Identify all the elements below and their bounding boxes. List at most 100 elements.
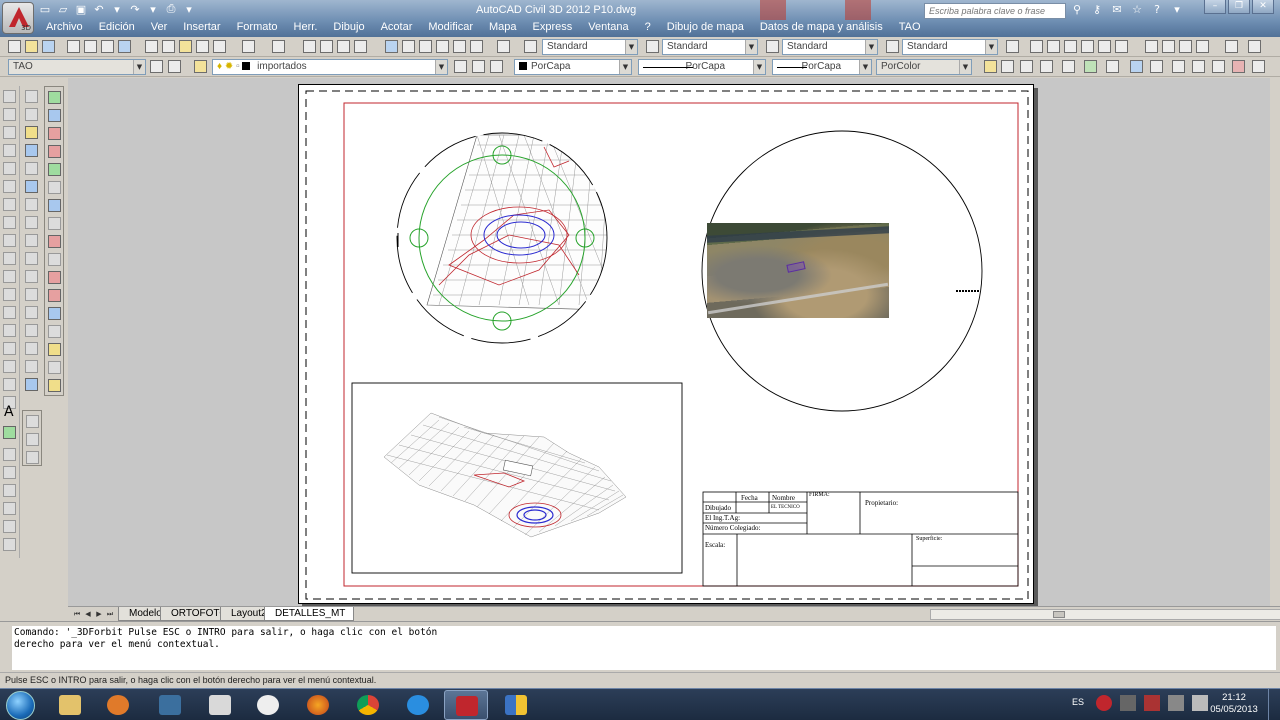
make-current-layer-icon[interactable] — [454, 60, 467, 73]
redo-icon[interactable]: ↷ — [128, 2, 142, 16]
horizontal-scrollbar[interactable] — [930, 609, 1280, 620]
break-icon[interactable] — [25, 288, 38, 301]
layer-select[interactable]: ♦ ✹ ▫ importados ▼ — [212, 59, 448, 75]
restore-button[interactable]: ❐ — [1228, 0, 1250, 14]
camera-icon[interactable] — [1225, 40, 1238, 53]
dim-style-icon[interactable] — [646, 40, 659, 53]
civil-tool-icon[interactable] — [984, 60, 997, 73]
taskbar-screen-recorder[interactable] — [148, 690, 192, 720]
show-desktop-button[interactable] — [1268, 689, 1280, 720]
circle-icon[interactable] — [3, 198, 16, 211]
stretch-icon[interactable] — [25, 234, 38, 247]
undo-icon[interactable]: ↶ — [92, 2, 106, 16]
civil-palette-icon[interactable] — [48, 235, 61, 248]
taskbar-media-player[interactable] — [96, 690, 140, 720]
pan-icon[interactable] — [303, 40, 316, 53]
language-indicator[interactable]: ES — [1072, 697, 1084, 707]
redo-dropdown-icon[interactable]: ▾ — [146, 2, 160, 16]
next-tab-icon[interactable]: ▶ — [94, 608, 104, 620]
sheet-set-icon[interactable] — [436, 40, 449, 53]
civil-palette-icon[interactable] — [48, 109, 61, 122]
pan-hand-icon[interactable] — [26, 415, 39, 428]
civil-tool-icon[interactable] — [1252, 60, 1265, 73]
tray-app-icon[interactable] — [1144, 695, 1160, 711]
ellipse-icon[interactable] — [3, 252, 16, 265]
binoculars-icon[interactable]: ⚲ — [1070, 2, 1084, 16]
menu-item[interactable]: Dibujo de mapa — [659, 20, 752, 36]
join-icon[interactable] — [25, 306, 38, 319]
command-history[interactable]: Comando: '_3DForbit Pulse ESC o INTRO pa… — [12, 626, 1276, 670]
back-view-icon[interactable] — [1115, 40, 1128, 53]
layer-tool-icon[interactable] — [3, 466, 16, 479]
civil-palette-icon[interactable] — [48, 217, 61, 230]
taskbar-security[interactable] — [494, 690, 538, 720]
design-center-icon[interactable] — [402, 40, 415, 53]
taskbar-chrome[interactable] — [346, 690, 390, 720]
layer-previous-icon[interactable] — [472, 60, 485, 73]
move-icon[interactable] — [25, 180, 38, 193]
region-icon[interactable] — [3, 378, 16, 391]
menu-item[interactable]: Herr. — [286, 20, 326, 36]
polygon-icon[interactable] — [3, 144, 16, 157]
edit-tool-icon[interactable] — [25, 378, 38, 391]
last-tab-icon[interactable]: ⏭ — [105, 608, 115, 620]
zoom-extents-icon[interactable] — [1248, 40, 1261, 53]
insert-block-icon[interactable] — [3, 288, 16, 301]
menu-item[interactable]: Dibujo — [325, 20, 372, 36]
cut-icon[interactable] — [145, 40, 158, 53]
new-file-icon[interactable]: ▭ — [38, 2, 52, 16]
globe-icon[interactable] — [1172, 60, 1185, 73]
undo-icon[interactable] — [242, 40, 255, 53]
undo-dropdown-icon[interactable]: ▾ — [110, 2, 124, 16]
trim-icon[interactable] — [25, 252, 38, 265]
front-view-icon[interactable] — [1098, 40, 1111, 53]
help-dropdown-icon[interactable]: ▾ — [1170, 2, 1184, 16]
layer-tool-icon[interactable] — [3, 484, 16, 497]
scale-icon[interactable] — [25, 216, 38, 229]
revcloud-icon[interactable] — [3, 216, 16, 229]
civil-tool-icon[interactable] — [1001, 60, 1014, 73]
menu-item[interactable]: Ver — [143, 20, 176, 36]
menu-item[interactable]: Edición — [91, 20, 143, 36]
rectangle-icon[interactable] — [3, 162, 16, 175]
civil-tool-icon[interactable] — [1020, 60, 1033, 73]
polyline-icon[interactable] — [3, 126, 16, 139]
ellipse-arc-icon[interactable] — [3, 270, 16, 283]
qat-customize-icon[interactable]: ▾ — [182, 2, 196, 16]
help-search-input[interactable]: Escriba palabra clave o frase — [924, 3, 1066, 19]
print-preview-icon[interactable] — [84, 40, 97, 53]
plotstyle-select[interactable]: PorColor ▼ — [876, 59, 972, 75]
menu-item[interactable]: ? — [637, 20, 659, 36]
free-orbit-icon[interactable] — [26, 451, 39, 464]
scrollbar-thumb[interactable] — [1053, 611, 1065, 618]
civil-palette-icon[interactable] — [48, 271, 61, 284]
layer-states-icon[interactable] — [490, 60, 503, 73]
3d-dwf-icon[interactable] — [118, 40, 131, 53]
top-view-icon[interactable] — [1030, 40, 1043, 53]
copy-object-icon[interactable] — [25, 108, 38, 121]
communication-icon[interactable]: ✉ — [1110, 2, 1124, 16]
right-view-icon[interactable] — [1081, 40, 1094, 53]
menu-item[interactable]: Modificar — [420, 20, 481, 36]
civil-tool-icon[interactable] — [1062, 60, 1075, 73]
menu-item[interactable]: Archivo — [38, 20, 91, 36]
rotate-icon[interactable] — [25, 198, 38, 211]
taskbar-explorer[interactable] — [48, 690, 92, 720]
tab-detalles-mt[interactable]: DETALLES_MT — [264, 607, 355, 621]
linetype-select[interactable]: PorCapa ▼ — [638, 59, 766, 75]
civil-palette-icon[interactable] — [48, 343, 61, 356]
civil-tool-icon[interactable] — [1150, 60, 1163, 73]
civil-palette-icon[interactable] — [48, 145, 61, 158]
menu-item[interactable]: Acotar — [373, 20, 421, 36]
menu-item[interactable]: TAO — [891, 20, 929, 36]
markup-icon[interactable] — [453, 40, 466, 53]
point-icon[interactable] — [3, 324, 16, 337]
menu-item[interactable]: Express — [525, 20, 581, 36]
layer-manager-icon[interactable] — [194, 60, 207, 73]
civil-palette-icon[interactable] — [48, 91, 61, 104]
menu-item[interactable]: Datos de mapa y análisis — [752, 20, 891, 36]
hatch-icon[interactable] — [3, 342, 16, 355]
taskbar-app[interactable] — [198, 690, 242, 720]
workspace-settings-icon[interactable] — [150, 60, 163, 73]
table-style-select[interactable]: Standard ▼ — [782, 39, 878, 55]
